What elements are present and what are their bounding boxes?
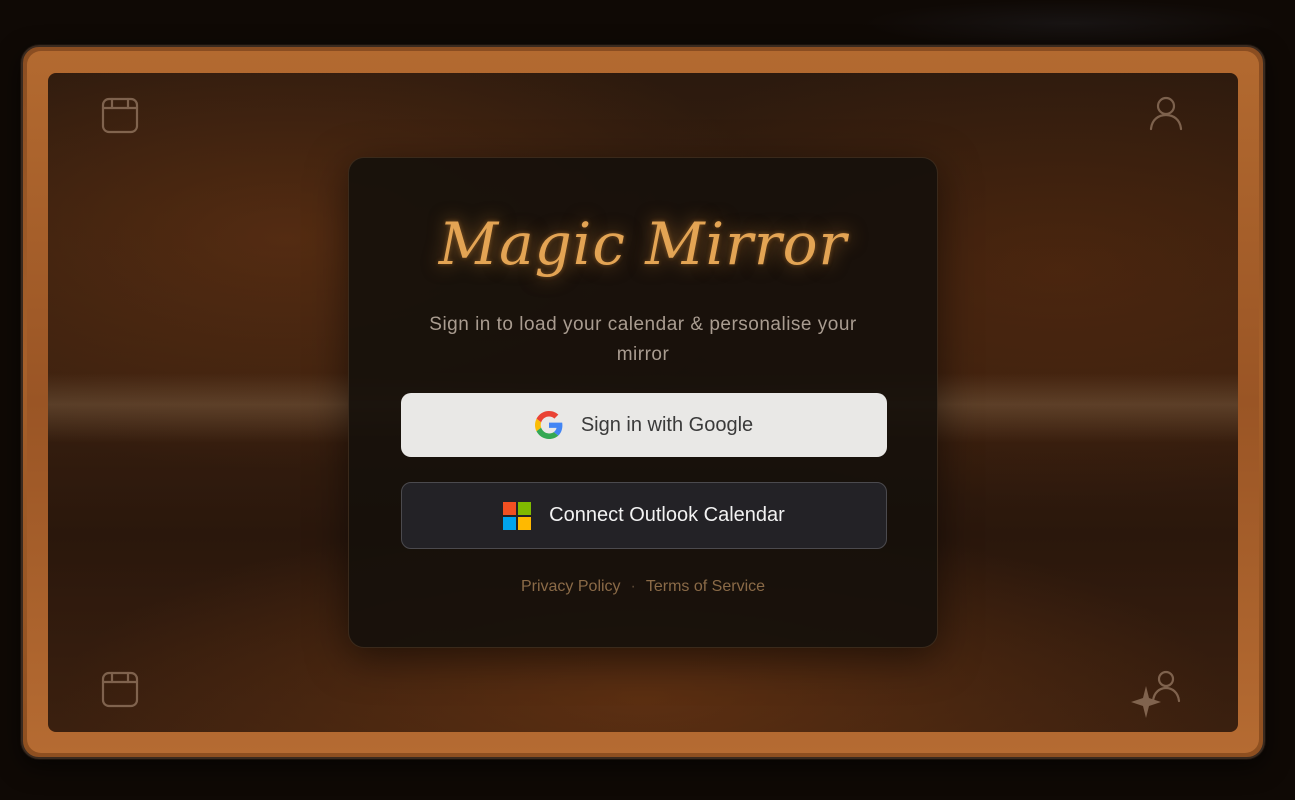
google-sign-in-button[interactable]: Sign in with Google [401, 393, 887, 457]
calendar-icon[interactable] [100, 95, 140, 135]
google-g-icon [534, 411, 563, 439]
microsoft-logo-icon [503, 501, 532, 530]
user-sparkle-icon[interactable] [1128, 668, 1188, 722]
privacy-policy-link[interactable]: Privacy Policy [521, 578, 621, 595]
link-separator: · [630, 578, 636, 595]
google-sign-in-label: Sign in with Google [580, 413, 754, 436]
calendar-icon[interactable] [100, 669, 140, 709]
outlook-connect-button[interactable]: Connect Outlook Calendar [401, 482, 887, 549]
user-icon[interactable] [1146, 93, 1186, 133]
sign-in-subtitle: Sign in to load your calendar & personal… [429, 314, 857, 365]
sign-in-card: Magic Mirror Sign in to load your calend… [348, 157, 938, 648]
terms-of-service-link[interactable]: Terms of Service [646, 578, 765, 595]
outlook-connect-label: Connect Outlook Calendar [549, 504, 785, 526]
footer-links: Privacy Policy · Terms of Service [349, 578, 937, 596]
app-title: Magic Mirror [438, 210, 848, 278]
background-haze [860, 0, 1280, 48]
